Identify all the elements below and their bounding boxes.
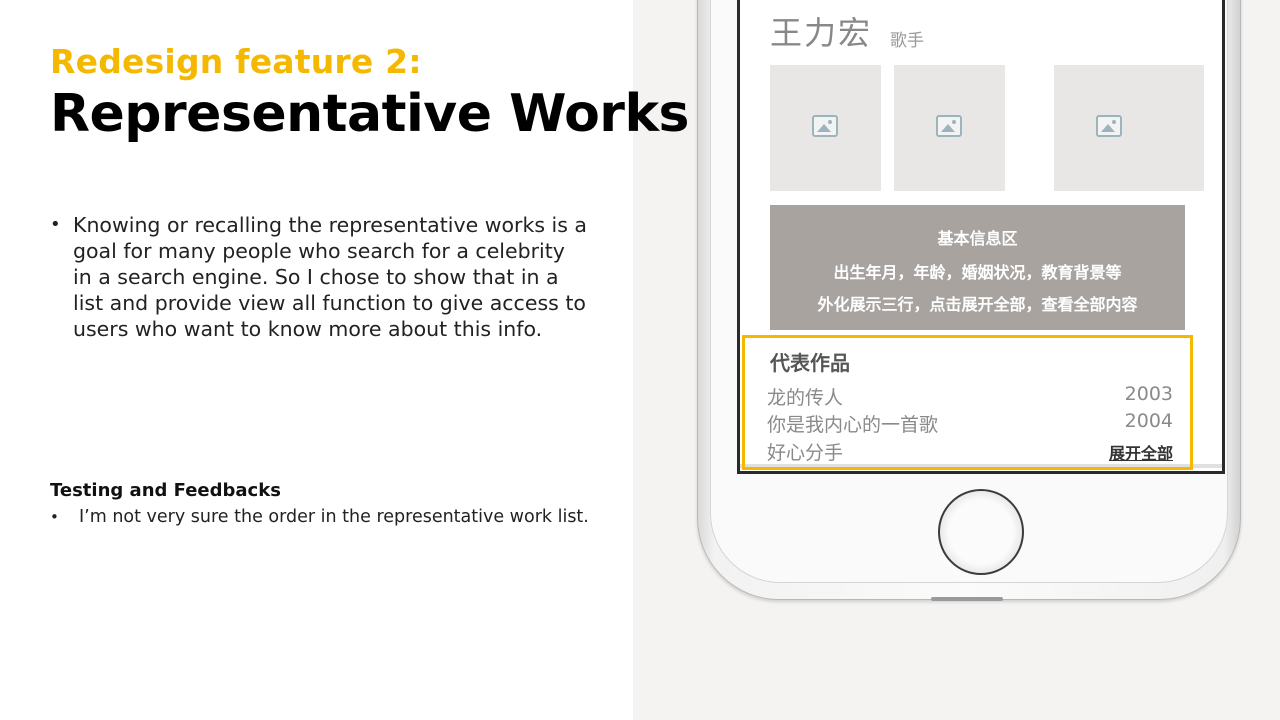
highlight-box	[742, 335, 1193, 470]
image-placeholder-icon	[812, 115, 838, 137]
phone-body: 王力宏 歌手 基本信息区 出生年月，年龄，婚姻状况，教育背景等 外化展示三行，点…	[697, 0, 1241, 601]
testing-heading: Testing and Feedbacks	[50, 480, 281, 501]
phone-frame: 王力宏 歌手 基本信息区 出生年月，年龄，婚姻状况，教育背景等 外化展示三行，点…	[710, 0, 1228, 583]
home-button[interactable]	[938, 489, 1024, 575]
phone-bottom-notch	[931, 597, 1003, 601]
artist-role: 歌手	[890, 31, 924, 51]
info-heading: 基本信息区	[937, 229, 1018, 248]
description-bullet: Knowing or recalling the representative …	[50, 212, 590, 342]
image-placeholder-icon	[936, 115, 962, 137]
testing-list: I’m not very sure the order in the repre…	[50, 505, 590, 530]
description-bullets: Knowing or recalling the representative …	[50, 212, 590, 342]
artist-photo[interactable]	[1054, 65, 1204, 191]
info-line: 出生年月，年龄，婚姻状况，教育背景等	[833, 263, 1122, 282]
basic-info-area[interactable]: 基本信息区 出生年月，年龄，婚姻状况，教育背景等 外化展示三行，点击展开全部，查…	[770, 205, 1185, 330]
artist-photo[interactable]	[894, 65, 1005, 191]
slide-title: Representative Works	[50, 84, 689, 144]
artist-name: 王力宏	[770, 14, 873, 52]
artist-photo[interactable]	[770, 65, 881, 191]
info-line: 外化展示三行，点击展开全部，查看全部内容	[817, 295, 1138, 314]
slide-subtitle: Redesign feature 2:	[50, 42, 422, 81]
testing-item: I’m not very sure the order in the repre…	[50, 505, 590, 530]
image-placeholder-icon	[1096, 115, 1122, 137]
